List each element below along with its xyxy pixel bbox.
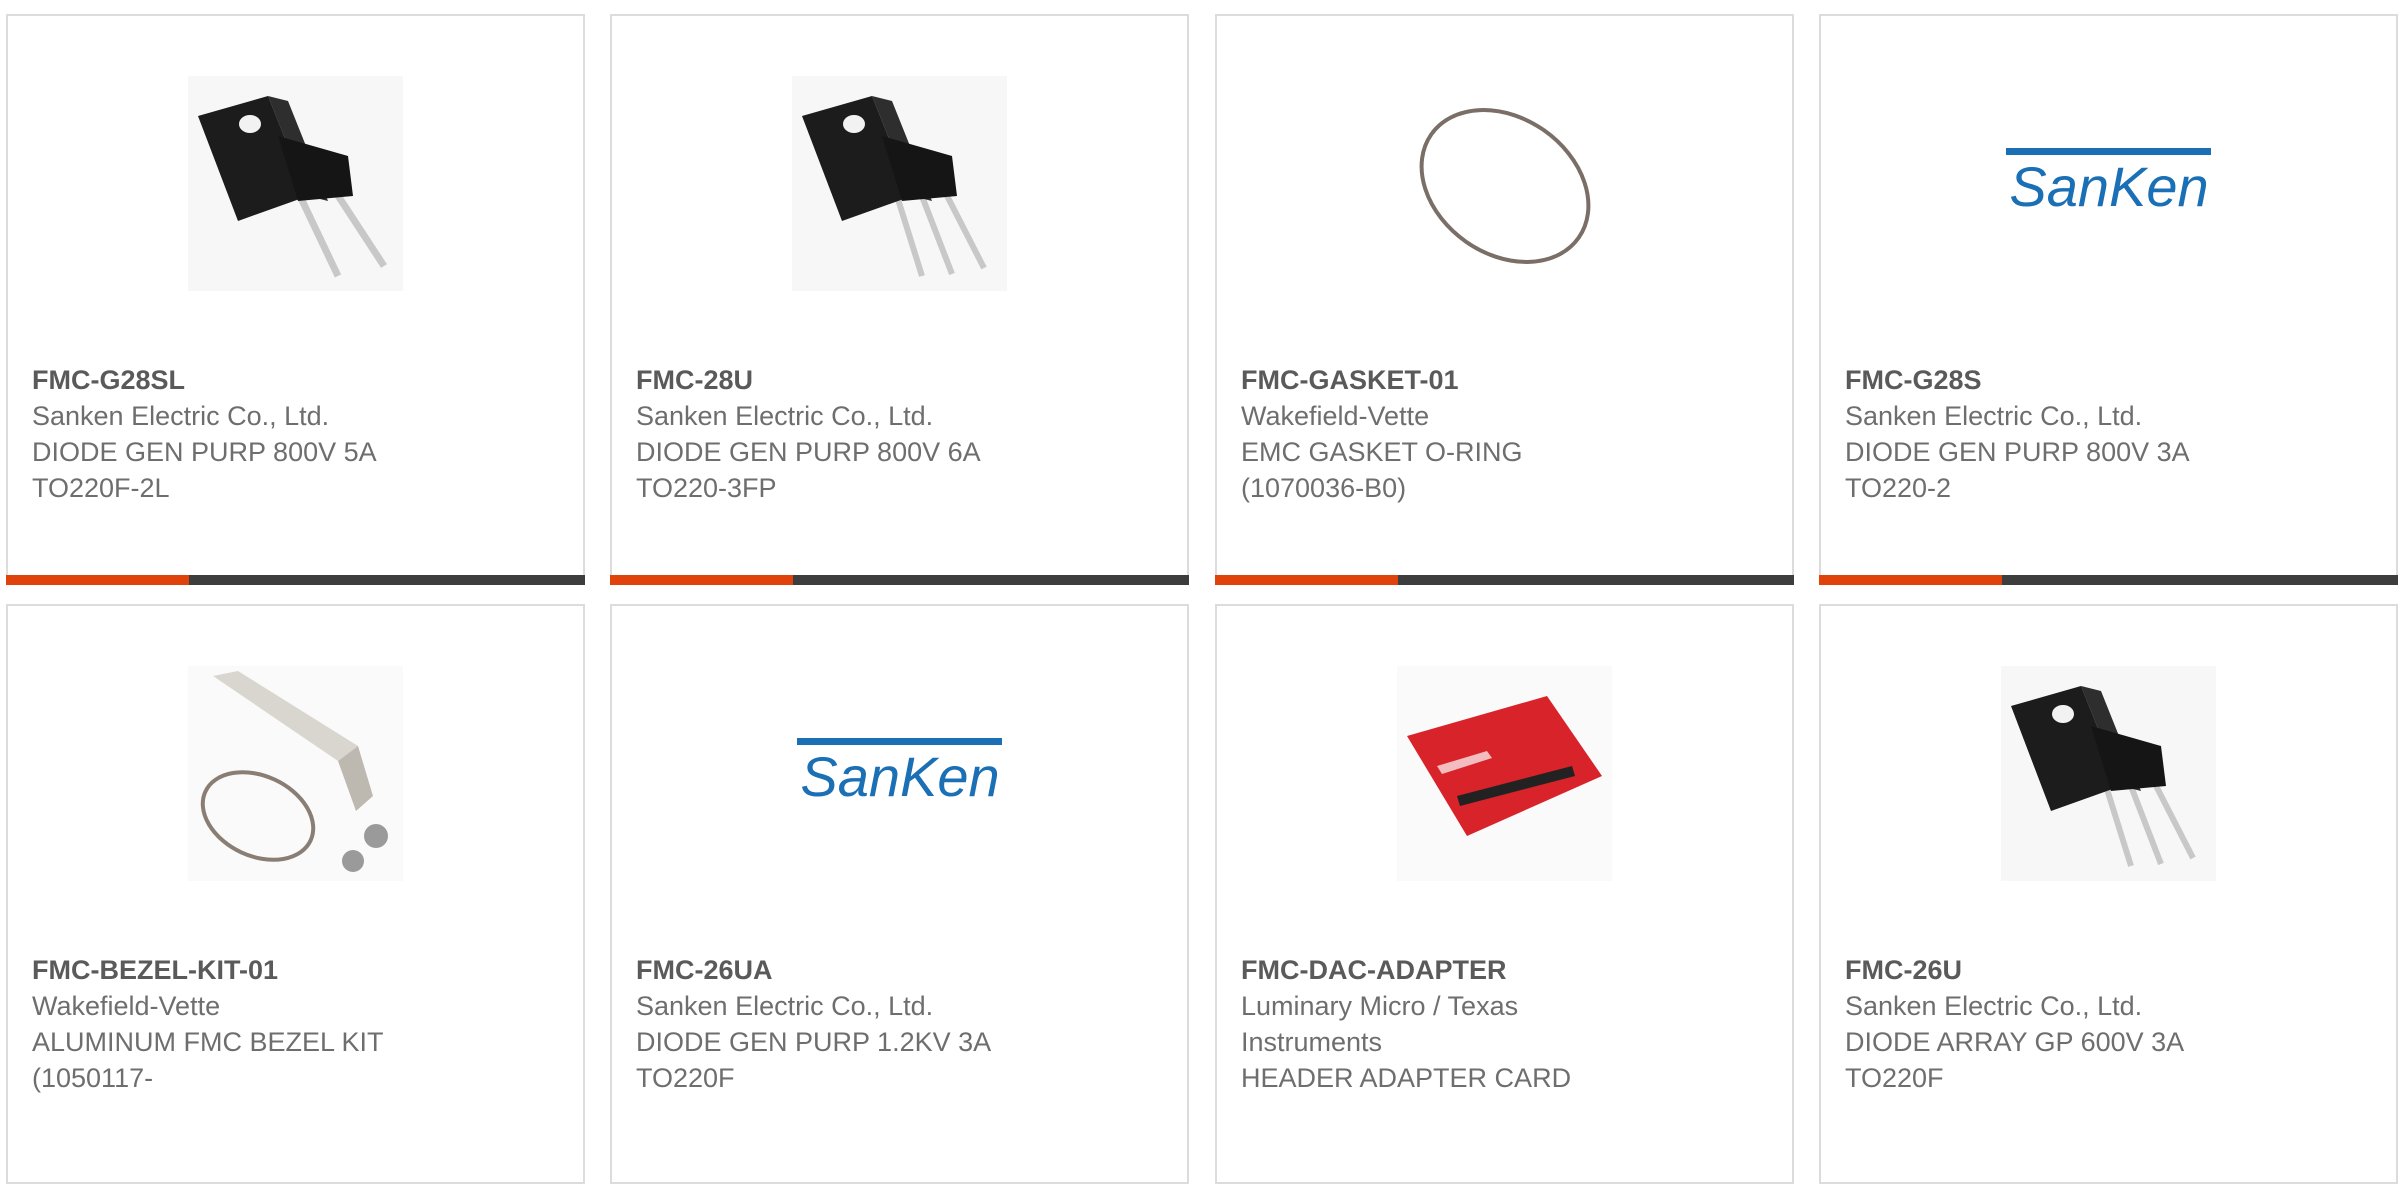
product-image[interactable] [1217, 76, 1792, 291]
product-image[interactable]: SanKen [1821, 76, 2396, 291]
card-bottom-bar [610, 575, 1189, 585]
part-number[interactable]: FMC-26UA [636, 952, 1167, 988]
manufacturer-line2: Instruments [1241, 1027, 1383, 1057]
card-accent [610, 575, 793, 585]
svg-text:SanKen: SanKen [2009, 155, 2208, 218]
product-card[interactable]: SanKen FMC-G28S Sanken Electric Co., Ltd… [1819, 14, 2398, 585]
description: HEADER ADAPTER CARD [1241, 1063, 1572, 1093]
manufacturer: Luminary Micro / Texas [1241, 991, 1519, 1021]
part-number[interactable]: FMC-G28SL [32, 362, 563, 398]
package: TO220F [1845, 1063, 1944, 1093]
sanken-logo-icon: SanKen [2006, 148, 2211, 218]
card-accent [1819, 575, 2002, 585]
product-image[interactable] [1217, 666, 1792, 881]
part-number[interactable]: FMC-GASKET-01 [1241, 362, 1772, 398]
manufacturer: Sanken Electric Co., Ltd. [32, 401, 330, 431]
part-number[interactable]: FMC-DAC-ADAPTER [1241, 952, 1772, 988]
card-bottom-bar [6, 575, 585, 585]
product-card[interactable]: SanKen FMC-26UA Sanken Electric Co., Ltd… [610, 604, 1189, 1184]
description: DIODE GEN PURP 1.2KV 3A [636, 1027, 992, 1057]
product-card[interactable]: FMC-BEZEL-KIT-01 Wakefield-Vette ALUMINU… [6, 604, 585, 1184]
to220-3-lead-icon [792, 76, 1007, 291]
to220-3-lead-icon [2001, 666, 2216, 881]
product-card[interactable]: FMC-26U Sanken Electric Co., Ltd. DIODE … [1819, 604, 2398, 1184]
svg-text:SanKen: SanKen [800, 745, 999, 808]
product-image[interactable] [1821, 666, 2396, 881]
product-card[interactable]: FMC-DAC-ADAPTER Luminary Micro / Texas I… [1215, 604, 1794, 1184]
package: TO220-3FP [636, 473, 777, 503]
description: EMC GASKET O-RING [1241, 437, 1523, 467]
product-card[interactable]: FMC-28U Sanken Electric Co., Ltd. DIODE … [610, 14, 1189, 585]
product-image[interactable]: SanKen [612, 666, 1187, 881]
bezel-kit-icon [188, 666, 403, 881]
package: (1070036-B0) [1241, 473, 1407, 503]
to220-2-lead-icon [188, 76, 403, 291]
sanken-logo-icon: SanKen [797, 738, 1002, 808]
description: DIODE GEN PURP 800V 3A [1845, 437, 2190, 467]
manufacturer: Sanken Electric Co., Ltd. [636, 401, 934, 431]
package: TO220F-2L [32, 473, 170, 503]
part-number[interactable]: FMC-G28S [1845, 362, 2376, 398]
product-image[interactable] [8, 666, 583, 881]
package: TO220F [636, 1063, 735, 1093]
adapter-card-icon [1397, 666, 1612, 881]
manufacturer: Wakefield-Vette [1241, 401, 1430, 431]
card-accent [6, 575, 189, 585]
product-image[interactable] [612, 76, 1187, 291]
card-accent [1215, 575, 1398, 585]
manufacturer: Sanken Electric Co., Ltd. [1845, 991, 2143, 1021]
package: (1050117- [32, 1063, 154, 1093]
manufacturer: Sanken Electric Co., Ltd. [1845, 401, 2143, 431]
product-card[interactable]: FMC-G28SL Sanken Electric Co., Ltd. DIOD… [6, 14, 585, 585]
card-bottom-bar [1819, 575, 2398, 585]
description: ALUMINUM FMC BEZEL KIT [32, 1027, 384, 1057]
part-number[interactable]: FMC-BEZEL-KIT-01 [32, 952, 563, 988]
manufacturer: Wakefield-Vette [32, 991, 221, 1021]
description: DIODE GEN PURP 800V 5A [32, 437, 377, 467]
description: DIODE GEN PURP 800V 6A [636, 437, 981, 467]
package: TO220-2 [1845, 473, 1952, 503]
card-bottom-bar [1215, 575, 1794, 585]
description: DIODE ARRAY GP 600V 3A [1845, 1027, 2185, 1057]
product-grid: FMC-G28SL Sanken Electric Co., Ltd. DIOD… [0, 0, 2400, 1184]
part-number[interactable]: FMC-26U [1845, 952, 2376, 988]
manufacturer: Sanken Electric Co., Ltd. [636, 991, 934, 1021]
product-card[interactable]: FMC-GASKET-01 Wakefield-Vette EMC GASKET… [1215, 14, 1794, 585]
part-number[interactable]: FMC-28U [636, 362, 1167, 398]
product-image[interactable] [8, 76, 583, 291]
o-ring-icon [1419, 108, 1591, 264]
